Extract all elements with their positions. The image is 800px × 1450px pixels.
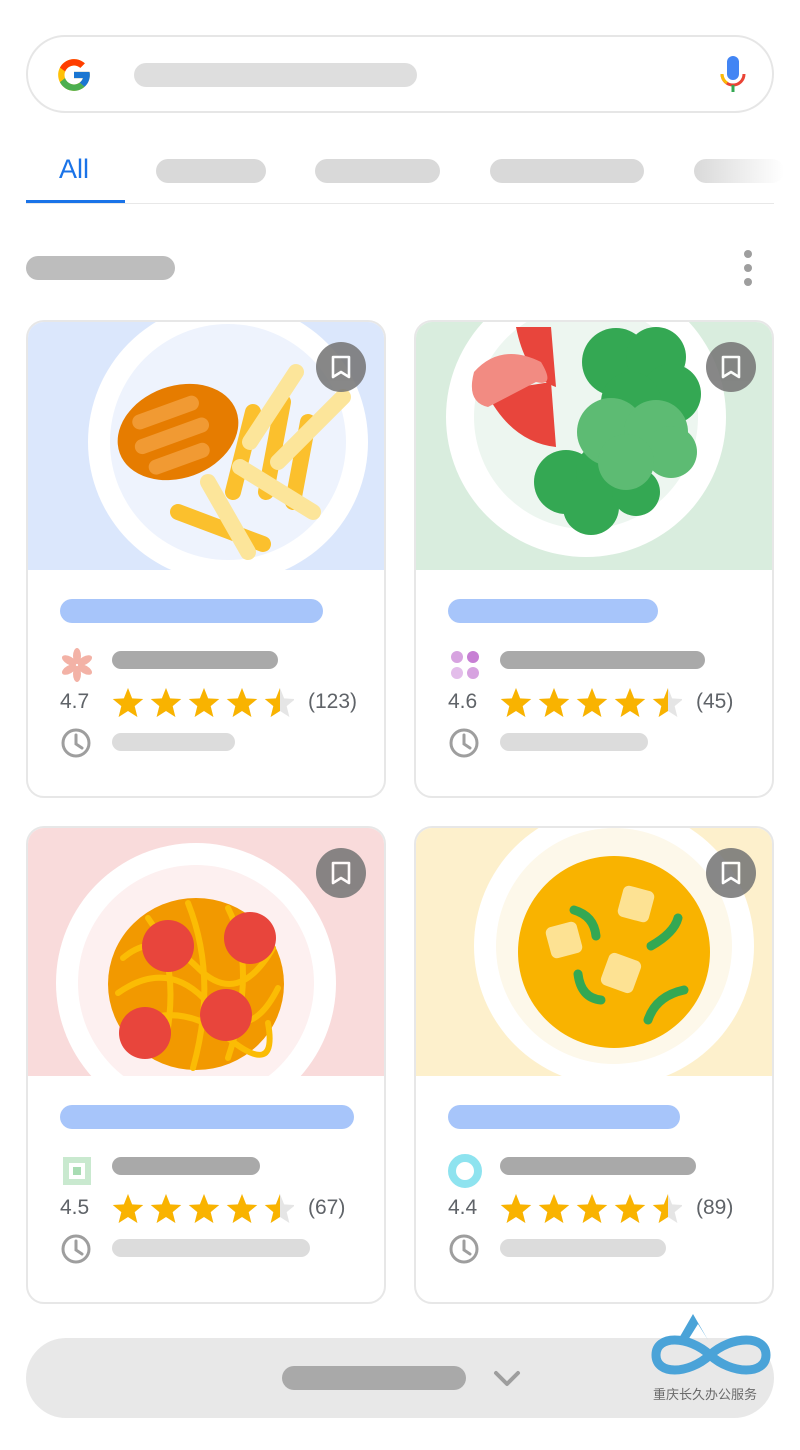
- source-name: [500, 651, 705, 669]
- bookmark-button[interactable]: [316, 342, 366, 392]
- chevron-down-icon: [494, 1371, 520, 1386]
- star-filled: [500, 688, 532, 717]
- star-filled: [576, 688, 608, 717]
- star-filled: [538, 1194, 570, 1223]
- source-logo-flower-icon: [61, 648, 93, 682]
- star-filled: [188, 1194, 220, 1223]
- rating-value: 4.7: [60, 690, 90, 713]
- recipe-title[interactable]: [448, 1105, 680, 1129]
- watermark-infinity-icon: [651, 1314, 771, 1375]
- cook-time: [112, 1239, 310, 1257]
- tab-placeholder-2[interactable]: [315, 159, 440, 183]
- search-bar[interactable]: [26, 35, 774, 113]
- star-filled: [188, 688, 220, 717]
- show-more-label: [282, 1366, 466, 1390]
- star-filled: [150, 1194, 182, 1223]
- star-filled: [112, 688, 144, 717]
- star-filled: [226, 688, 258, 717]
- recipe-title[interactable]: [448, 599, 658, 623]
- star-filled: [112, 1194, 144, 1223]
- tab-all[interactable]: All: [26, 140, 125, 204]
- recipe-title[interactable]: [60, 599, 323, 623]
- recipe-card[interactable]: 4.4 (89): [414, 826, 774, 1304]
- source-logo-dots-icon: [451, 651, 479, 679]
- star-filled: [576, 1194, 608, 1223]
- bookmark-button[interactable]: [706, 848, 756, 898]
- watermark-logo: 重庆长久办公服务: [648, 1310, 778, 1406]
- clock-icon: [449, 1234, 479, 1264]
- recipe-card[interactable]: 4.7 (123): [26, 320, 386, 798]
- section-title: [26, 256, 175, 280]
- review-count: (67): [308, 1196, 346, 1219]
- cook-time: [500, 733, 648, 751]
- source-name: [112, 1157, 260, 1175]
- clock-icon: [449, 728, 479, 758]
- tab-placeholder-4[interactable]: [694, 159, 784, 183]
- review-count: (123): [308, 690, 358, 713]
- more-options-icon[interactable]: [738, 248, 758, 288]
- watermark-text: 重庆长久办公服务: [653, 1387, 758, 1402]
- microphone-icon[interactable]: [718, 54, 748, 96]
- star-filled: [538, 688, 570, 717]
- google-logo-icon: [58, 59, 90, 91]
- recipe-card[interactable]: 4.6 (45): [414, 320, 774, 798]
- cook-time: [500, 1239, 666, 1257]
- bookmark-button[interactable]: [316, 848, 366, 898]
- source-logo-square-icon: [63, 1157, 91, 1185]
- recipe-card[interactable]: 4.5 (67): [26, 826, 386, 1304]
- rating-value: 4.5: [60, 1196, 90, 1219]
- rating-value: 4.4: [448, 1196, 478, 1219]
- source-name: [500, 1157, 696, 1175]
- cook-time: [112, 733, 235, 751]
- review-count: (45): [696, 690, 734, 713]
- rating-value: 4.6: [448, 690, 478, 713]
- star-rating: [500, 688, 682, 717]
- review-count: (89): [696, 1196, 734, 1219]
- tab-all-label: All: [59, 154, 90, 184]
- star-filled: [150, 688, 182, 717]
- star-rating: [112, 1194, 294, 1223]
- tab-placeholder-3[interactable]: [490, 159, 644, 183]
- search-input[interactable]: [134, 63, 417, 87]
- star-filled: [226, 1194, 258, 1223]
- star-rating: [500, 1194, 682, 1223]
- star-filled: [500, 1194, 532, 1223]
- bookmark-button[interactable]: [706, 342, 756, 392]
- clock-icon: [61, 728, 91, 758]
- source-name: [112, 651, 278, 669]
- tab-placeholder-1[interactable]: [156, 159, 266, 183]
- search-tabs: All: [26, 140, 784, 206]
- recipe-title[interactable]: [60, 1105, 354, 1129]
- tab-divider: [26, 203, 774, 204]
- source-logo-ring-icon: [448, 1154, 482, 1188]
- star-filled: [614, 688, 646, 717]
- star-rating: [112, 688, 294, 717]
- star-filled: [614, 1194, 646, 1223]
- clock-icon: [61, 1234, 91, 1264]
